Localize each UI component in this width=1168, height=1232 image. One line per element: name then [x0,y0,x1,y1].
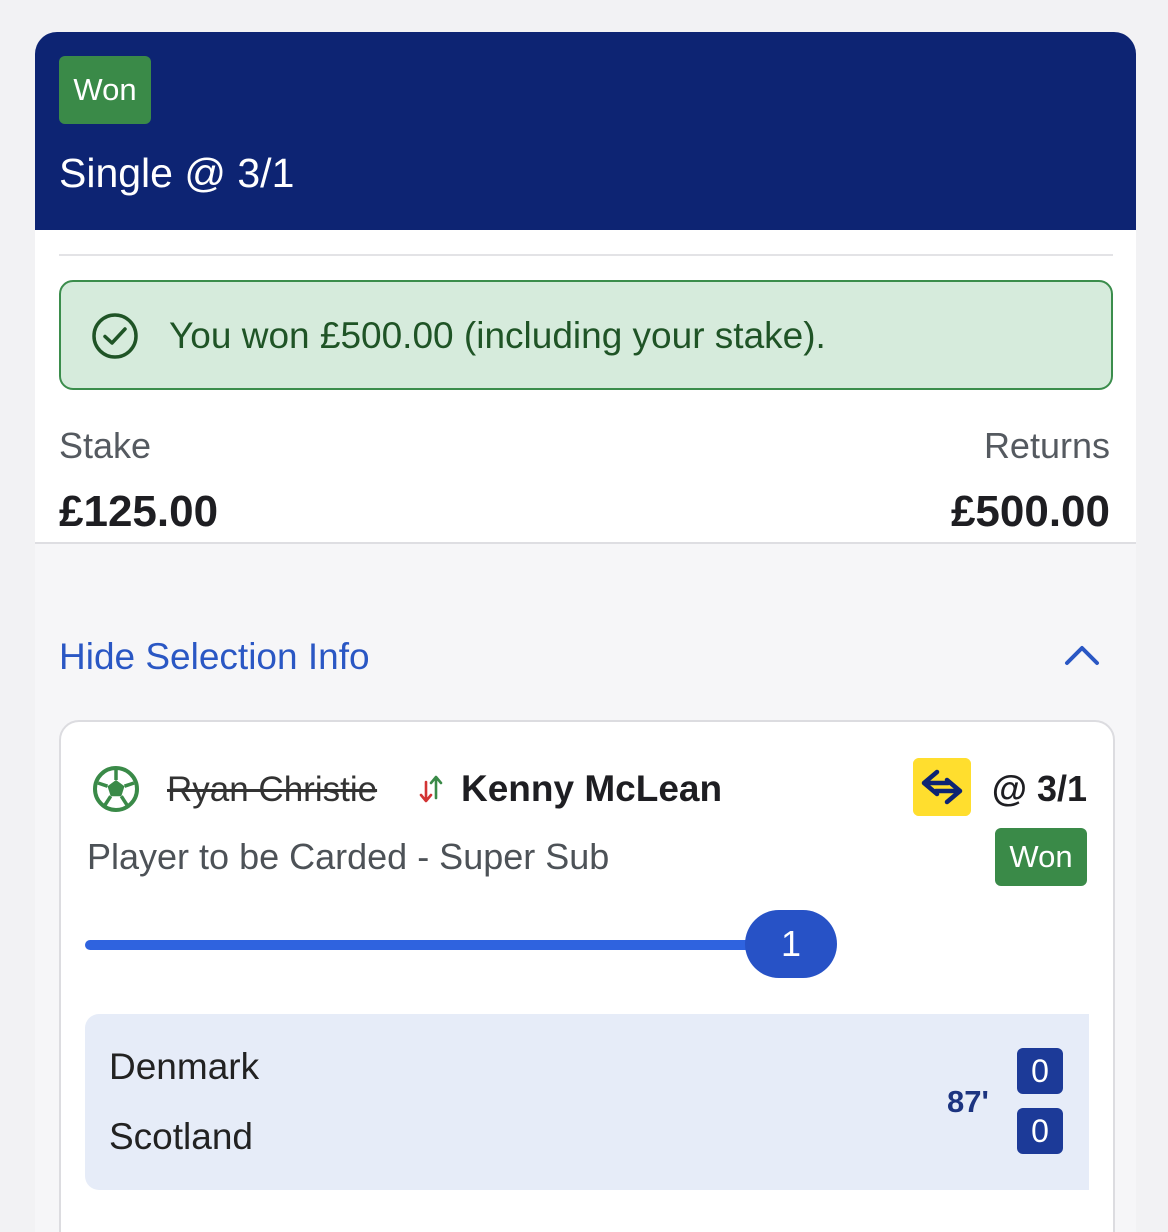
selection-status-badge: Won [995,828,1087,886]
hide-selection-info-link[interactable]: Hide Selection Info [59,632,370,682]
win-message: You won £500.00 (including your stake). [169,315,826,356]
substitute-player-name: Kenny McLean [461,768,723,809]
selection-section: Hide Selection Info Ryan Christie Kenny … [35,542,1136,1232]
scoreboard: Denmark Scotland 87' 0 0 [85,1014,1089,1190]
bet-title: Single @ 3/1 [59,150,295,196]
chevron-up-icon[interactable] [1062,636,1102,676]
selection-odds: @ 3/1 [991,768,1087,809]
divider [59,254,1113,256]
super-sub-icon [913,758,971,816]
returns-label: Returns [983,425,1110,466]
status-badge: Won [59,56,151,124]
match-minute: 87' [947,1084,989,1119]
check-circle-icon [92,313,138,359]
selection-card: Ryan Christie Kenny McLean @ 3/1 Player … [59,720,1115,1232]
original-player-name: Ryan Christie [167,770,378,809]
bet-card: Won Single @ 3/1 You won £500.00 (includ… [35,32,1136,1232]
away-team: Scotland [109,1116,253,1157]
away-score: 0 [1017,1108,1063,1154]
home-team: Denmark [109,1046,260,1087]
home-score: 0 [1017,1048,1063,1094]
returns-value: £500.00 [950,487,1110,536]
football-icon [93,766,139,812]
progress-bar [85,940,765,950]
stake-label: Stake [59,425,152,466]
bet-header: Won Single @ 3/1 [35,32,1136,230]
swap-arrows-icon [419,775,443,803]
market-name: Player to be Carded - Super Sub [87,836,610,877]
win-alert: You won £500.00 (including your stake). [59,280,1113,390]
stake-value: £125.00 [59,487,219,536]
progress-count-bubble: 1 [745,910,837,978]
